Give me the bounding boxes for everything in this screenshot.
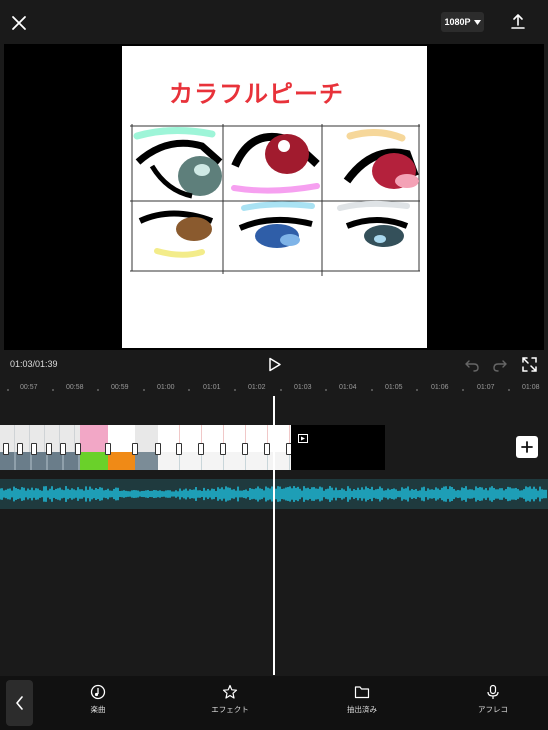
video-preview[interactable]: カラフルピーチ (4, 44, 544, 350)
ruler-tick: 01:06 (431, 384, 449, 391)
ruler-tick: 00:57 (20, 384, 38, 391)
clip-handle[interactable] (242, 443, 248, 455)
clip-handle[interactable] (155, 443, 161, 455)
timeline-ruler[interactable]: 00:57 00:58 00:59 01:00 01:01 01:02 01:0… (0, 380, 548, 396)
ruler-tick: 01:07 (477, 384, 495, 391)
clip-handle[interactable] (198, 443, 204, 455)
clip-handle[interactable] (3, 443, 9, 455)
preview-canvas: カラフルピーチ (122, 46, 427, 348)
play-icon[interactable] (268, 357, 282, 372)
ruler-dot (371, 389, 373, 391)
ruler-dot (7, 389, 9, 391)
redo-icon[interactable] (493, 358, 507, 372)
extracted-label: 抽出済み (347, 705, 377, 714)
ruler-tick: 00:58 (66, 384, 84, 391)
clip-handle[interactable] (220, 443, 226, 455)
clip-handle[interactable] (75, 443, 81, 455)
clip-handle[interactable] (132, 443, 138, 455)
resolution-selector[interactable]: 1080P (441, 12, 484, 32)
microphone-icon (487, 684, 499, 699)
clip-handle[interactable] (46, 443, 52, 455)
ruler-dot (416, 389, 418, 391)
ruler-dot (188, 389, 190, 391)
effect-tool[interactable]: エフェクト (195, 684, 265, 715)
ruler-dot (508, 389, 510, 391)
export-icon[interactable] (510, 13, 526, 31)
ruler-dot (97, 389, 99, 391)
effect-label: エフェクト (211, 705, 249, 714)
playhead[interactable] (273, 396, 275, 675)
ruler-tick: 00:59 (111, 384, 129, 391)
plus-icon (521, 441, 533, 453)
ruler-tick: 01:05 (385, 384, 403, 391)
playback-controls: 01:03/01:39 (0, 350, 548, 380)
music-tool[interactable]: 楽曲 (63, 684, 133, 715)
top-bar: 1080P (0, 0, 548, 44)
transition-icon[interactable] (298, 430, 308, 443)
clip-handle[interactable] (264, 443, 270, 455)
ruler-dot (462, 389, 464, 391)
ruler-tick: 01:02 (248, 384, 266, 391)
video-clip[interactable] (108, 425, 135, 470)
eye-drawings-image (130, 124, 420, 276)
bottom-toolbar: 楽曲 エフェクト 抽出済み アフレコ (0, 676, 548, 730)
resolution-label: 1080P (444, 17, 471, 27)
voiceover-tool[interactable]: アフレコ (458, 684, 528, 715)
folder-icon (354, 686, 370, 699)
ruler-dot (325, 389, 327, 391)
back-button[interactable] (6, 680, 33, 726)
ruler-dot (280, 389, 282, 391)
clip-handle[interactable] (31, 443, 37, 455)
caret-down-icon (473, 19, 481, 25)
video-clip[interactable] (80, 425, 108, 470)
ruler-dot (52, 389, 54, 391)
voiceover-label: アフレコ (478, 705, 508, 714)
ruler-tick: 01:08 (522, 384, 540, 391)
fullscreen-icon[interactable] (522, 357, 537, 372)
clip-handle[interactable] (60, 443, 66, 455)
ruler-tick: 01:01 (203, 384, 221, 391)
ruler-tick: 01:04 (339, 384, 357, 391)
ruler-tick: 01:00 (157, 384, 175, 391)
extracted-tool[interactable]: 抽出済み (327, 684, 397, 715)
ruler-dot (234, 389, 236, 391)
clip-handle[interactable] (176, 443, 182, 455)
chevron-left-icon (15, 696, 23, 710)
timecode: 01:03/01:39 (10, 359, 58, 369)
effect-star-icon (222, 684, 238, 699)
undo-icon[interactable] (465, 358, 479, 372)
clip-handle[interactable] (17, 443, 23, 455)
video-clip[interactable] (0, 425, 80, 470)
close-icon[interactable] (10, 14, 28, 32)
clip-handle[interactable] (105, 443, 111, 455)
ruler-tick: 01:03 (294, 384, 312, 391)
music-label: 楽曲 (90, 705, 106, 714)
music-icon (90, 684, 106, 700)
add-clip-button[interactable] (516, 436, 538, 458)
ruler-dot (143, 389, 145, 391)
